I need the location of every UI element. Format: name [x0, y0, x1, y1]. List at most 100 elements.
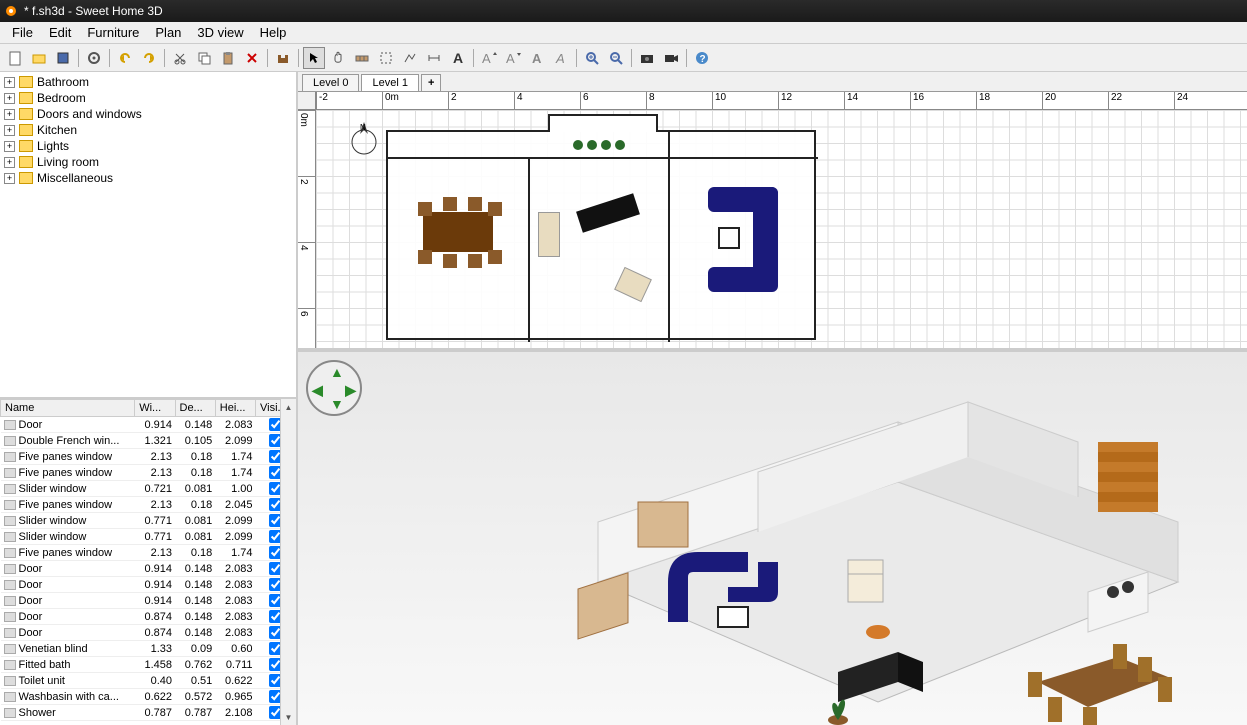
svg-text:N: N — [360, 123, 366, 132]
table-row[interactable]: Door 0.9140.1482.083 — [1, 593, 296, 609]
scroll-up-icon[interactable]: ▲ — [281, 399, 296, 415]
table-row[interactable]: Shower 0.7870.7872.108 — [1, 705, 296, 721]
add-furniture-button[interactable] — [272, 47, 294, 69]
catalog-item-lights[interactable]: +Lights — [2, 138, 294, 154]
level-tabs: Level 0 Level 1 + — [298, 72, 1247, 92]
menu-furniture[interactable]: Furniture — [79, 23, 147, 42]
text-tool[interactable]: A — [447, 47, 469, 69]
col-width[interactable]: Wi... — [135, 400, 175, 417]
expand-icon[interactable]: + — [4, 125, 15, 136]
col-name[interactable]: Name — [1, 400, 135, 417]
expand-icon[interactable]: + — [4, 77, 15, 88]
furniture-thumb-icon — [4, 484, 16, 494]
expand-icon[interactable]: + — [4, 173, 15, 184]
table-row[interactable]: Five panes window 2.130.181.74 — [1, 465, 296, 481]
table-row[interactable]: Slider window 0.7710.0812.099 — [1, 529, 296, 545]
create-photo-button[interactable] — [636, 47, 658, 69]
text-size-up[interactable]: A — [478, 47, 500, 69]
table-row[interactable]: Venetian blind 1.330.090.60 — [1, 641, 296, 657]
expand-icon[interactable]: + — [4, 157, 15, 168]
save-button[interactable] — [52, 47, 74, 69]
help-button[interactable]: ? — [691, 47, 713, 69]
menu-plan[interactable]: Plan — [147, 23, 189, 42]
tab-add-level[interactable]: + — [421, 74, 441, 91]
table-row[interactable]: Toilet unit 0.400.510.622 — [1, 673, 296, 689]
view-3d[interactable]: ▲ ▼ ◀ ▶ — [298, 352, 1247, 725]
table-row[interactable]: Door 0.8740.1482.083 — [1, 609, 296, 625]
menu-edit[interactable]: Edit — [41, 23, 79, 42]
text-size-down[interactable]: A — [502, 47, 524, 69]
nav-up-icon[interactable]: ▲ — [330, 364, 344, 380]
pan-tool[interactable] — [327, 47, 349, 69]
expand-icon[interactable]: + — [4, 141, 15, 152]
table-row[interactable]: Washbasin with ca... 0.6220.5720.965 — [1, 689, 296, 705]
undo-button[interactable] — [114, 47, 136, 69]
nav-down-icon[interactable]: ▼ — [330, 396, 344, 412]
menu-bar: File Edit Furniture Plan 3D view Help — [0, 22, 1247, 44]
ruler-tick: 10 — [712, 92, 726, 110]
table-row[interactable]: Slider window 0.7210.0811.00 — [1, 481, 296, 497]
col-depth[interactable]: De... — [175, 400, 215, 417]
catalog-item-miscellaneous[interactable]: +Miscellaneous — [2, 170, 294, 186]
text-bold[interactable]: A — [526, 47, 548, 69]
table-row[interactable]: Five panes window 2.130.181.74 — [1, 449, 296, 465]
table-row[interactable]: Five panes window 2.130.181.74 — [1, 545, 296, 561]
menu-help[interactable]: Help — [252, 23, 295, 42]
room-tool[interactable] — [375, 47, 397, 69]
furniture-list[interactable]: Name Wi... De... Hei... Visi... Door 0.9… — [0, 399, 296, 725]
catalog-item-bedroom[interactable]: +Bedroom — [2, 90, 294, 106]
plan-2d-view[interactable]: -20m24681012141618202224 0m246 N — [298, 92, 1247, 352]
create-video-button[interactable] — [660, 47, 682, 69]
text-italic[interactable]: A — [550, 47, 572, 69]
nav-left-icon[interactable]: ◀ — [312, 382, 323, 399]
menu-file[interactable]: File — [4, 23, 41, 42]
table-row[interactable]: Door 0.9140.1482.083 — [1, 417, 296, 433]
right-pane: Level 0 Level 1 + -20m246810121416182022… — [298, 72, 1247, 725]
table-row[interactable]: Five panes window 2.130.182.045 — [1, 497, 296, 513]
delete-button[interactable] — [241, 47, 263, 69]
catalog-item-living-room[interactable]: +Living room — [2, 154, 294, 170]
col-height[interactable]: Hei... — [215, 400, 255, 417]
furniture-catalog[interactable]: +Bathroom +Bedroom +Doors and windows +K… — [0, 72, 296, 399]
furniture-thumb-icon — [4, 564, 16, 574]
redo-button[interactable] — [138, 47, 160, 69]
polyline-tool[interactable] — [399, 47, 421, 69]
catalog-item-bathroom[interactable]: +Bathroom — [2, 74, 294, 90]
new-button[interactable] — [4, 47, 26, 69]
catalog-item-doors-windows[interactable]: +Doors and windows — [2, 106, 294, 122]
catalog-item-kitchen[interactable]: +Kitchen — [2, 122, 294, 138]
table-row[interactable]: Fitted bath 1.4580.7620.711 — [1, 657, 296, 673]
table-row[interactable]: Door 0.9140.1482.083 — [1, 561, 296, 577]
table-row[interactable]: Door 0.8740.1482.083 — [1, 625, 296, 641]
copy-button[interactable] — [193, 47, 215, 69]
preferences-button[interactable] — [83, 47, 105, 69]
expand-icon[interactable]: + — [4, 93, 15, 104]
tab-level0[interactable]: Level 0 — [302, 74, 359, 91]
menu-3dview[interactable]: 3D view — [189, 23, 251, 42]
select-tool[interactable] — [303, 47, 325, 69]
table-row[interactable]: Double French win... 1.3210.1052.099 — [1, 433, 296, 449]
zoom-out-button[interactable] — [605, 47, 627, 69]
tab-level1[interactable]: Level 1 — [361, 74, 418, 91]
folder-icon — [19, 156, 33, 168]
wall-tool[interactable] — [351, 47, 373, 69]
table-row[interactable]: Slider window 0.7710.0812.099 — [1, 513, 296, 529]
scrollbar-vertical[interactable]: ▲ ▼ — [280, 399, 296, 725]
compass-icon[interactable]: N — [346, 120, 382, 156]
scroll-down-icon[interactable]: ▼ — [281, 709, 296, 725]
open-button[interactable] — [28, 47, 50, 69]
dimension-tool[interactable] — [423, 47, 445, 69]
cut-button[interactable] — [169, 47, 191, 69]
ruler-tick: 6 — [298, 308, 316, 317]
furniture-thumb-icon — [4, 644, 16, 654]
paste-button[interactable] — [217, 47, 239, 69]
nav-3d-control[interactable]: ▲ ▼ ◀ ▶ — [306, 360, 362, 416]
nav-right-icon[interactable]: ▶ — [345, 382, 356, 399]
furniture-thumb-icon — [4, 596, 16, 606]
table-row[interactable]: Door 0.9140.1482.083 — [1, 577, 296, 593]
expand-icon[interactable]: + — [4, 109, 15, 120]
ruler-tick: 4 — [298, 242, 316, 251]
plan-canvas[interactable]: N — [316, 110, 1247, 348]
zoom-in-button[interactable] — [581, 47, 603, 69]
floor-plan-outline[interactable] — [386, 130, 816, 340]
